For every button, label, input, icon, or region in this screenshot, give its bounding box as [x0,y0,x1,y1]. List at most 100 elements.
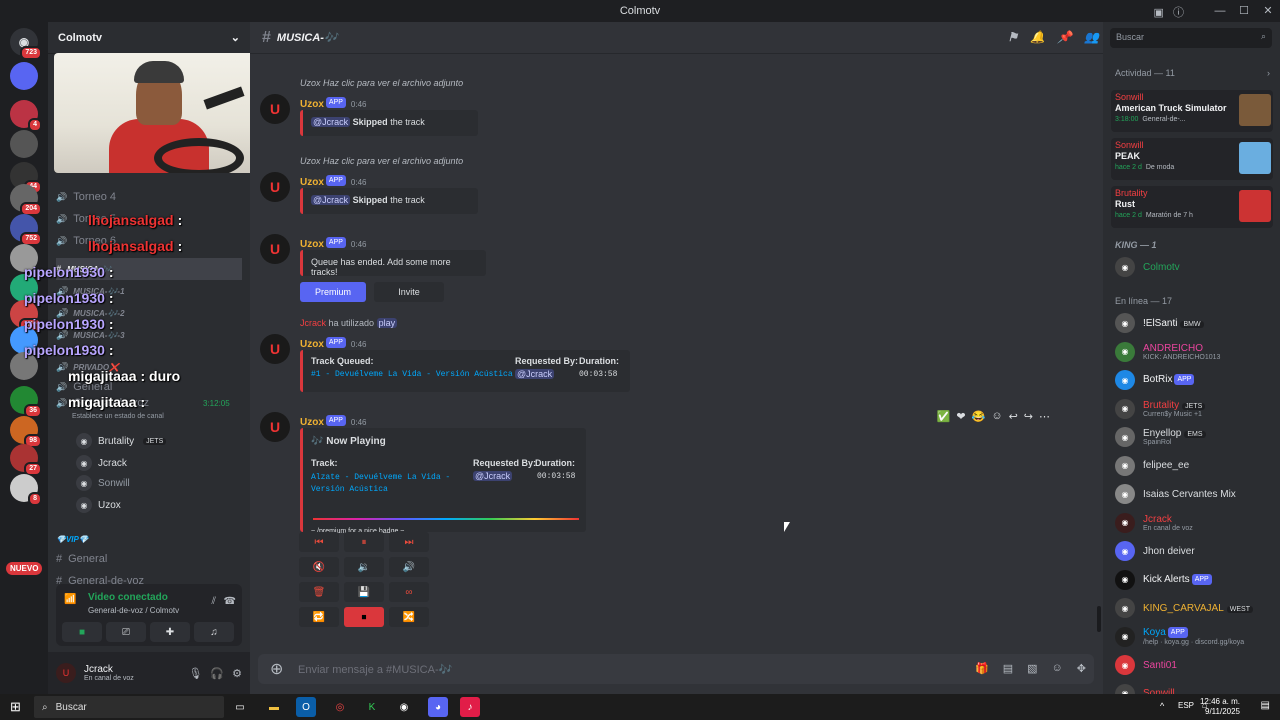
voice-user[interactable]: ◉ Jcrack [76,452,127,474]
avatar[interactable]: U [260,334,290,364]
member-item[interactable]: ◉ Santi01 [1115,654,1275,676]
loop-button[interactable]: 🔁 [299,607,339,627]
shuffle-button[interactable]: 🔀 [389,607,429,627]
server-icon[interactable]: 752 [10,214,42,246]
task-view-icon[interactable]: ▭ [230,697,250,717]
chrome-icon[interactable]: ◎ [330,697,350,717]
member-item[interactable]: ◉ felipee_ee [1115,455,1275,477]
inbox-icon[interactable]: ▣ ⓘ [1153,4,1184,20]
activity-card[interactable]: Sonwill American Truck Simulator 3:18:00 Ge… [1111,90,1273,132]
windows-start-icon[interactable]: ⊞ [10,699,21,715]
screenshare-button[interactable]: ⎚ [106,622,146,642]
message-input[interactable]: Enviar mensaje a #MUSICA-🎶 [298,663,452,676]
chevron-right-icon[interactable]: › [1267,68,1270,78]
author[interactable]: Uzox [300,239,324,250]
avatar[interactable]: U [260,234,290,264]
member-item[interactable]: ◉ Enyellop EMS SpainRol [1115,426,1275,448]
clear-button[interactable]: 🗑 [299,582,339,602]
reply-preview[interactable]: Uzox Haz clic para ver el archivo adjunt… [300,78,463,88]
check-reaction-icon[interactable]: ✅ [937,410,951,423]
volume-up-button[interactable]: 🔊 [389,557,429,577]
forward-icon[interactable]: ↪ [1024,410,1033,423]
outlook-icon[interactable]: O [296,697,316,717]
pin-icon[interactable]: 📌 [1057,30,1072,44]
reply-icon[interactable]: ↩ [1009,410,1018,423]
server-icon[interactable]: 204 [10,184,42,216]
server-icon[interactable]: 36 [10,386,42,418]
channel-item[interactable]: 🔊 Torneo 4 [56,186,116,208]
member-item[interactable]: ◉ Koya APP/help · koya.gg · discord.gg/koy… [1115,626,1275,648]
server-icon[interactable]: 8 [10,474,42,506]
previous-button[interactable]: ⏮ [299,532,339,552]
stop-button[interactable]: ⏹ [344,607,384,627]
author[interactable]: Uzox [300,339,324,350]
discord-icon[interactable]: ◕ [428,697,448,717]
guild-header[interactable]: Colmotv ⌄ [48,22,250,54]
file-explorer-icon[interactable]: ▬ [264,697,284,717]
author[interactable]: Uzox [300,417,324,428]
member-item[interactable]: ◉ KING_CARVAJAL WEST [1115,597,1275,619]
activity-card[interactable]: Brutality Rust hace 2 d Maratón de 7 h [1111,186,1273,228]
member-item[interactable]: ◉ BotRix APP [1115,369,1275,391]
member-item[interactable]: ◉ Jcrack En canal de voz [1115,512,1275,534]
activity-card[interactable]: Sonwill PEAK hace 2 d De moda [1111,138,1273,180]
pause-button[interactable]: ⏸ [344,532,384,552]
server-icon[interactable]: 4 [10,100,42,132]
voice-user[interactable]: ◉ Uzox [76,494,121,516]
scrollbar[interactable] [1097,606,1101,632]
obs-icon[interactable]: ◉ [394,697,414,717]
member-item[interactable]: ◉ Brutality JETS Curren$y Music +1 [1115,398,1275,420]
mute-button[interactable]: 🔇 [299,557,339,577]
tray-chevron-icon[interactable]: ^ [1160,701,1164,711]
threads-icon[interactable]: ⚑ [1007,30,1018,44]
server-icon[interactable] [10,62,38,90]
avatar[interactable]: U [260,172,290,202]
language-indicator[interactable]: ESP [1178,701,1194,710]
minimize-button[interactable]: — [1208,0,1232,22]
next-button[interactable]: ⏭ [389,532,429,552]
clock[interactable]: 12:46 a. m. 9/11/2025 [1200,697,1240,717]
members-icon[interactable]: 👥 [1084,30,1099,44]
member-item[interactable]: ◉ !ElSanti BMW [1115,312,1275,334]
author[interactable]: Uzox [300,99,324,110]
member-item[interactable]: ◉ Isaias Cervantes Mix [1115,483,1275,505]
notifications-icon[interactable]: ▤ [1261,700,1270,711]
vip-channel-general[interactable]: # General [56,548,107,570]
volume-down-button[interactable]: 🔉 [344,557,384,577]
heart-reaction-icon[interactable]: ❤ [956,410,965,423]
gear-icon[interactable]: ⚙ [232,667,242,680]
taskbar-search[interactable]: ⌕ Buscar [34,696,224,718]
plus-icon[interactable]: ⊕ [270,659,286,679]
invite-button[interactable]: Invite [374,282,444,302]
voice-user[interactable]: ◉ Brutality JETS [76,430,167,452]
maximize-button[interactable]: ☐ [1232,0,1256,22]
tiktok-icon[interactable]: ♪ [460,697,480,717]
more-icon[interactable]: ⋯ [1039,410,1050,423]
apps-icon[interactable]: ✥ [1077,662,1086,675]
server-icon[interactable] [10,130,38,158]
server-icon[interactable]: 98 [10,416,42,448]
member-king[interactable]: ◉ Colmotv [1115,256,1275,278]
gift-icon[interactable]: 🎁 [975,662,989,675]
member-item[interactable]: ◉ Kick Alerts APP [1115,569,1275,591]
close-button[interactable]: ✕ [1256,0,1280,22]
vip-category[interactable]: 💎VIP💎 [56,528,89,550]
member-item[interactable]: ◉ ANDREICHO KICK: ANDREICHO1013 [1115,341,1275,363]
disconnect-icon[interactable]: ☎ [224,596,236,607]
voice-channel[interactable]: General-de-voz / Colmotv [88,606,179,615]
camera-button[interactable]: ■ [62,622,102,642]
author[interactable]: Uzox [300,177,324,188]
activities-button[interactable]: ✚ [150,622,190,642]
search-input[interactable]: Buscar ⌕ [1110,28,1272,48]
avatar[interactable]: U [56,663,76,683]
avatar[interactable]: U [260,94,290,124]
voice-user[interactable]: ◉ Sonwill [76,472,130,494]
mic-icon[interactable]: 🎙 [188,667,202,680]
avatar[interactable]: U [260,412,290,442]
direct-messages-icon[interactable]: ◉ 723 [10,28,42,60]
reply-preview[interactable]: Uzox Haz clic para ver el archivo adjunt… [300,156,463,166]
add-reaction-icon[interactable]: ☺ [991,410,1002,423]
member-item[interactable]: ◉ Jhon deiver [1115,540,1275,562]
noise-suppression-icon[interactable]: ⫽ [212,596,216,607]
headphones-icon[interactable]: 🎧 [210,667,224,680]
